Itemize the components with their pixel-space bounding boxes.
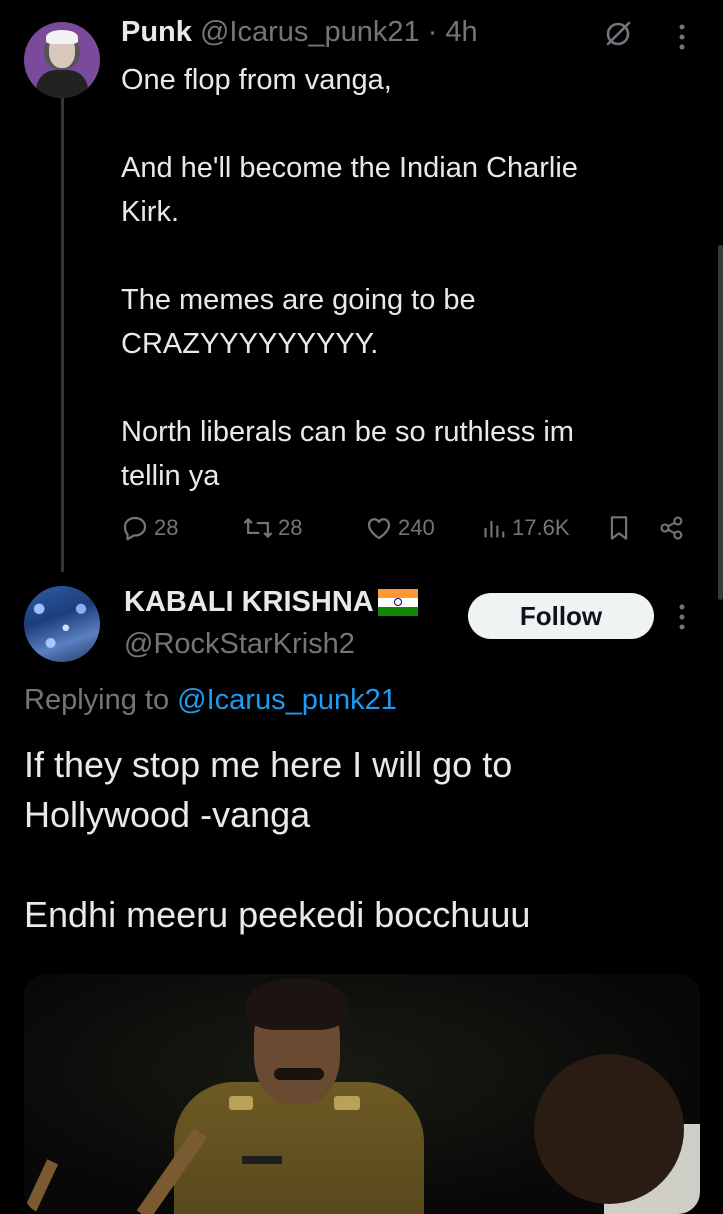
tweet-line: CRAZYYYYYYYYY.	[121, 328, 379, 360]
tweet-header: Punk @Icarus_punk21 · 4h	[121, 16, 478, 49]
display-name[interactable]: KABALI KRISHNA	[124, 586, 418, 619]
india-flag-icon	[377, 589, 418, 616]
tweet-media-image[interactable]	[24, 974, 700, 1214]
like-count: 240	[398, 515, 435, 540]
more-icon[interactable]	[676, 602, 688, 632]
repost-button[interactable]: 28	[242, 508, 302, 548]
action-bar: 28 28 240 17.6K	[120, 508, 690, 548]
tweet-line: And he'll become the Indian Charlie	[121, 152, 578, 184]
repost-count: 28	[278, 515, 303, 540]
more-icon[interactable]	[676, 22, 688, 52]
like-button[interactable]: 240	[364, 508, 435, 548]
reply-button[interactable]: 28	[120, 508, 178, 548]
follow-button[interactable]: Follow	[468, 593, 654, 639]
reply-mention-link[interactable]: @Icarus_punk21	[177, 684, 397, 716]
replying-to: Replying to @Icarus_punk21	[24, 684, 397, 717]
tweet-text: If they stop me here I will go to Hollyw…	[24, 740, 704, 940]
tweet-line: North liberals can be so ruthless im	[121, 416, 574, 448]
share-button[interactable]	[658, 508, 686, 548]
bookmark-icon	[610, 516, 628, 540]
views-count: 17.6K	[512, 515, 570, 540]
handle-and-time[interactable]: @Icarus_punk21 · 4h	[200, 16, 478, 48]
scrollbar[interactable]	[718, 245, 723, 600]
like-icon	[367, 518, 391, 540]
tweet-line: Kirk.	[121, 196, 179, 228]
tweet-line: The memes are going to be	[121, 284, 476, 316]
repost-icon	[243, 517, 273, 539]
display-name[interactable]: Punk	[121, 16, 192, 48]
tweet-line: If they stop me here I will go to	[24, 744, 513, 785]
share-icon	[660, 516, 683, 540]
thread-connector-line	[61, 98, 64, 572]
tweet-line: tellin ya	[121, 460, 220, 492]
tweet-line: Endhi meeru peekedi bocchuuu	[24, 894, 531, 935]
tweet-line: Hollywood -vanga	[24, 794, 311, 835]
grok-icon[interactable]	[604, 20, 632, 48]
tweet-line: One flop from vanga,	[121, 64, 392, 96]
views-button[interactable]: 17.6K	[482, 508, 570, 548]
handle[interactable]: @RockStarKrish2	[124, 628, 355, 661]
replying-prefix: Replying to	[24, 684, 178, 716]
display-name-text: KABALI KRISHNA	[124, 586, 374, 618]
tweet-text: One flop from vanga, And he'll become th…	[121, 58, 681, 498]
avatar[interactable]	[24, 22, 100, 98]
bookmark-button[interactable]	[606, 508, 632, 548]
reply-count: 28	[154, 515, 179, 540]
reply-icon	[123, 516, 147, 541]
views-icon	[484, 520, 505, 538]
avatar[interactable]	[24, 586, 100, 662]
